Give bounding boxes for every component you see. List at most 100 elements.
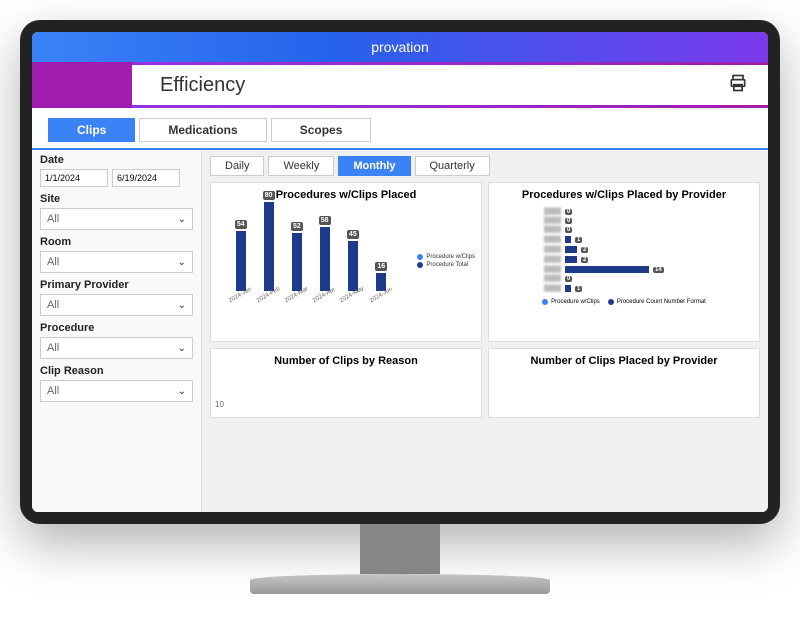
bar — [376, 273, 386, 291]
bar-col: 162024-Jun — [369, 262, 394, 305]
chart2-legend: Procedure w/Clips Procedure Count Number… — [495, 299, 753, 307]
legend-dot-icon — [417, 262, 423, 268]
filter-sidebar: Date Site All ⌄ Room — [32, 150, 202, 512]
prov-bar — [565, 246, 577, 253]
bar-val: 80 — [263, 191, 275, 200]
period-weekly[interactable]: Weekly — [268, 156, 334, 176]
bar-val: 52 — [291, 222, 303, 231]
procedure-select[interactable]: All ⌄ — [40, 337, 193, 359]
header-title-box: Efficiency — [132, 65, 768, 105]
legend-label: Procedure Total — [426, 262, 468, 268]
bar-val: 54 — [235, 220, 247, 229]
brand-bar: provation — [32, 32, 768, 62]
site-label: Site — [40, 193, 193, 205]
prov-label: ████ — [501, 276, 561, 282]
filter-clip-reason: Clip Reason All ⌄ — [40, 365, 193, 402]
chart2-title: Procedures w/Clips Placed by Provider — [495, 189, 753, 201]
bar — [320, 227, 330, 291]
prov-bar — [565, 285, 571, 292]
reason-label: Clip Reason — [40, 365, 193, 377]
main-tabs: Clips Medications Scopes — [32, 108, 768, 150]
prov-val: 2 — [581, 247, 588, 253]
date-from-input[interactable] — [40, 169, 108, 187]
provider-select[interactable]: All ⌄ — [40, 294, 193, 316]
chart-by-provider: Procedures w/Clips Placed by Provider ██… — [488, 182, 760, 342]
prov-label: ████ — [501, 218, 561, 224]
bar-col: 542024-Jan — [228, 220, 253, 305]
page-title: Efficiency — [160, 74, 245, 97]
chart3-axis-tick: 10 — [215, 400, 224, 409]
brand-logo: provation — [371, 39, 429, 55]
date-to-input[interactable] — [112, 169, 180, 187]
prov-bar — [565, 256, 577, 263]
chart2-bars: ████ 0 ████ 0 ████ 0 ████ 1 ████ 2 ████ 2 ████… — [495, 205, 753, 296]
header-accent-block — [32, 62, 132, 108]
prov-label: ████ — [501, 247, 561, 253]
filter-provider: Primary Provider All ⌄ — [40, 279, 193, 316]
period-monthly[interactable]: Monthly — [338, 156, 410, 176]
prov-label: ████ — [501, 286, 561, 292]
reason-value: All — [47, 385, 59, 397]
filter-site: Site All ⌄ — [40, 193, 193, 230]
bar-col: 522024-Mar — [284, 222, 310, 305]
bar-col: 802024-Feb — [256, 191, 282, 305]
date-label: Date — [40, 154, 193, 166]
monitor-frame: provation Efficiency Clips Medications — [20, 20, 780, 524]
period-tabs: Daily Weekly Monthly Quarterly — [210, 156, 760, 176]
chart3-title: Number of Clips by Reason — [217, 355, 475, 367]
bar — [348, 241, 358, 291]
legend-dot-icon — [608, 299, 614, 305]
prov-label: ████ — [501, 237, 561, 243]
chevron-down-icon: ⌄ — [178, 214, 186, 225]
site-select[interactable]: All ⌄ — [40, 208, 193, 230]
header-row: Efficiency — [32, 62, 768, 108]
reason-select[interactable]: All ⌄ — [40, 380, 193, 402]
site-value: All — [47, 213, 59, 225]
period-quarterly[interactable]: Quarterly — [415, 156, 490, 176]
bar-col: 452024-May — [339, 230, 366, 305]
prov-val: 0 — [565, 218, 572, 224]
bar-val: 58 — [319, 216, 331, 225]
legend-dot-icon — [542, 299, 548, 305]
prov-bar — [565, 266, 649, 273]
prov-label: ████ — [501, 257, 561, 263]
procedure-value: All — [47, 342, 59, 354]
body-area: Clips Medications Scopes Date Site — [32, 108, 768, 512]
bar — [264, 202, 274, 291]
legend-label: Procedure w/Clips — [551, 299, 600, 305]
provider-label: Primary Provider — [40, 279, 193, 291]
period-daily[interactable]: Daily — [210, 156, 264, 176]
filter-date: Date — [40, 154, 193, 187]
monitor-stand-neck — [360, 524, 440, 574]
legend-label: Procedure w/Clips — [426, 254, 475, 260]
prov-val: 0 — [565, 209, 572, 215]
bar-col: 582024-Apr — [312, 216, 337, 305]
room-label: Room — [40, 236, 193, 248]
prov-val: 1 — [575, 286, 582, 292]
prov-val: 0 — [565, 276, 572, 282]
prov-label: ████ — [501, 227, 561, 233]
room-select[interactable]: All ⌄ — [40, 251, 193, 273]
chevron-down-icon: ⌄ — [178, 300, 186, 311]
chart-clips-by-reason: Number of Clips by Reason 10 — [210, 348, 482, 418]
procedure-label: Procedure — [40, 322, 193, 334]
tab-medications[interactable]: Medications — [139, 118, 266, 142]
monitor-stand-base — [250, 574, 550, 594]
tab-scopes[interactable]: Scopes — [271, 118, 372, 142]
print-icon[interactable] — [728, 73, 748, 98]
provider-value: All — [47, 299, 59, 311]
tab-clips[interactable]: Clips — [48, 118, 135, 142]
chart4-title: Number of Clips Placed by Provider — [495, 355, 753, 367]
prov-val: 2 — [581, 257, 588, 263]
prov-val: 1 — [575, 237, 582, 243]
chart-procedures-clips: Procedures w/Clips Placed 542024-Jan 802… — [210, 182, 482, 342]
prov-val: 14 — [653, 267, 664, 273]
chart1-legend: Procedure w/Clips Procedure Total — [417, 254, 475, 270]
bar-val: 16 — [375, 262, 387, 271]
bar-val: 45 — [347, 230, 359, 239]
prov-label: ████ — [501, 267, 561, 273]
legend-dot-icon — [417, 254, 423, 260]
filter-procedure: Procedure All ⌄ — [40, 322, 193, 359]
bar — [236, 231, 246, 291]
chart-clips-by-provider: Number of Clips Placed by Provider — [488, 348, 760, 418]
